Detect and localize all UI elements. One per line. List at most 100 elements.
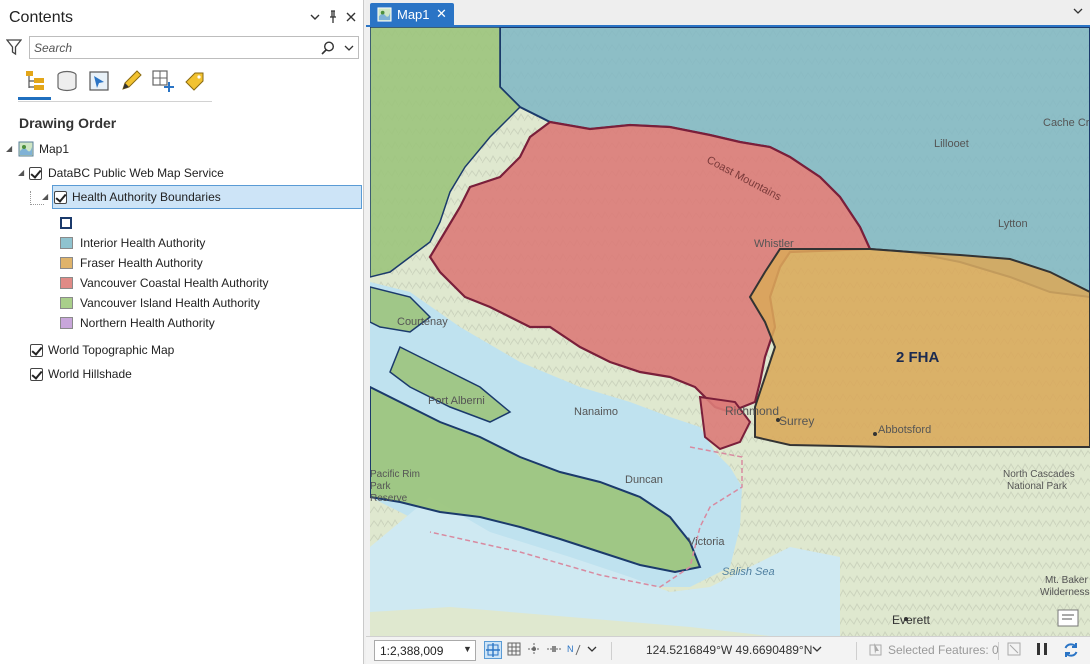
city-dot bbox=[873, 432, 877, 436]
map-icon bbox=[377, 7, 392, 22]
list-by-selection-icon[interactable] bbox=[86, 68, 112, 94]
separator bbox=[998, 642, 999, 660]
legend-label: Fraser Health Authority bbox=[80, 256, 203, 270]
legend-swatch bbox=[60, 317, 73, 329]
scale-value: 1:2,388,009 bbox=[380, 644, 444, 658]
legend-label: Vancouver Island Health Authority bbox=[80, 296, 260, 310]
align-icon[interactable] bbox=[546, 641, 564, 659]
close-icon[interactable]: ✕ bbox=[436, 6, 447, 22]
drawing-order-heading: Drawing Order bbox=[19, 115, 117, 131]
chevron-down-icon[interactable] bbox=[1072, 5, 1084, 20]
selected-features-icon[interactable] bbox=[868, 641, 886, 659]
chevron-down-icon[interactable]: ▼ bbox=[463, 644, 472, 654]
layer-visibility-checkbox[interactable] bbox=[29, 167, 42, 180]
park-label: National Park bbox=[1007, 481, 1068, 492]
pin-icon[interactable] bbox=[326, 9, 340, 25]
tree-item-service[interactable]: ◢ DataBC Public Web Map Service bbox=[18, 163, 268, 183]
layer-visibility-checkbox[interactable] bbox=[30, 344, 43, 357]
map-tips-icon[interactable] bbox=[1057, 609, 1079, 627]
collapse-triangle-icon[interactable]: ◢ bbox=[6, 144, 16, 154]
legend-item[interactable]: Fraser Health Authority bbox=[54, 253, 274, 273]
clear-selection-icon[interactable] bbox=[1006, 641, 1024, 659]
water-label: Salish Sea bbox=[722, 566, 775, 578]
park-label: Reserve bbox=[370, 493, 408, 504]
list-by-labeling-icon[interactable] bbox=[182, 68, 208, 94]
tree-item-map[interactable]: ◢ Map1 bbox=[6, 139, 206, 159]
filter-icon[interactable] bbox=[5, 38, 23, 56]
park-label: North Cascades bbox=[1003, 469, 1075, 480]
map-canvas[interactable]: Cache Creek Lillooet Lytton Whistler Cou… bbox=[370, 27, 1090, 636]
refresh-icon[interactable] bbox=[1062, 641, 1080, 659]
layer-visibility-checkbox[interactable] bbox=[54, 191, 67, 204]
snapping-icon[interactable] bbox=[484, 641, 502, 659]
svg-text:N: N bbox=[567, 644, 574, 654]
place-label: Duncan bbox=[625, 474, 663, 486]
chevron-down-icon[interactable] bbox=[342, 40, 356, 56]
map-view[interactable]: Cache Creek Lillooet Lytton Whistler Cou… bbox=[370, 27, 1090, 636]
search-box bbox=[29, 36, 359, 59]
status-bar: 1:2,388,009 ▼ N 124.5216849°W 49.6690489… bbox=[366, 636, 1090, 664]
legend-swatch bbox=[60, 237, 73, 249]
tree-item-label: World Topographic Map bbox=[48, 343, 175, 357]
layer-visibility-checkbox[interactable] bbox=[30, 368, 43, 381]
legend-item[interactable]: Vancouver Island Health Authority bbox=[54, 293, 274, 313]
list-by-editing-icon[interactable] bbox=[118, 68, 144, 94]
scale-selector[interactable]: 1:2,388,009 ▼ bbox=[374, 640, 476, 661]
list-by-snapping-icon[interactable] bbox=[150, 68, 176, 94]
legend-swatch bbox=[60, 217, 72, 229]
place-label: Port Alberni bbox=[428, 395, 485, 407]
place-label: Cache Creek bbox=[1043, 117, 1090, 129]
legend-swatch bbox=[60, 277, 73, 289]
chevron-down-icon[interactable] bbox=[811, 643, 823, 658]
separator bbox=[856, 642, 857, 660]
park-label: Park bbox=[370, 481, 392, 492]
constraints-icon[interactable] bbox=[526, 641, 544, 659]
tree-item-topographic[interactable]: World Topographic Map bbox=[30, 340, 270, 360]
legend-swatch bbox=[60, 297, 73, 309]
pause-drawing-icon[interactable] bbox=[1034, 641, 1052, 659]
legend-label: Interior Health Authority bbox=[80, 236, 206, 250]
grid-icon[interactable] bbox=[506, 641, 524, 659]
legend-item[interactable]: Northern Health Authority bbox=[54, 313, 274, 333]
legend-item[interactable]: Interior Health Authority bbox=[54, 233, 274, 253]
place-label: Lillooet bbox=[934, 138, 969, 150]
legend-label: Northern Health Authority bbox=[80, 316, 215, 330]
coordinate-readout: 124.5216849°W 49.6690489°N bbox=[646, 643, 813, 657]
north-arrow-icon[interactable]: N bbox=[566, 641, 584, 659]
place-label: Abbotsford bbox=[878, 424, 931, 436]
separator bbox=[611, 642, 612, 660]
legend-label: Vancouver Coastal Health Authority bbox=[80, 276, 269, 290]
map-tab-bar: Map1 ✕ bbox=[366, 0, 1090, 27]
city-dot bbox=[776, 418, 780, 422]
search-icon[interactable] bbox=[320, 40, 336, 56]
legend-item[interactable]: Vancouver Coastal Health Authority bbox=[54, 273, 274, 293]
tab-map1[interactable]: Map1 ✕ bbox=[370, 3, 454, 27]
layer-legend: Interior Health Authority Fraser Health … bbox=[54, 212, 274, 332]
contents-header: Contents bbox=[0, 0, 364, 34]
chevron-down-icon[interactable] bbox=[586, 641, 598, 659]
chevron-down-icon[interactable] bbox=[308, 9, 322, 25]
tab-label: Map1 bbox=[397, 7, 430, 22]
tree-item-hillshade[interactable]: World Hillshade bbox=[30, 364, 270, 384]
place-label: Victoria bbox=[688, 536, 725, 548]
list-by-drawing-order-icon[interactable] bbox=[22, 68, 48, 94]
close-icon[interactable] bbox=[344, 9, 358, 25]
place-label: Whistler bbox=[754, 238, 794, 250]
tree-item-label: Health Authority Boundaries bbox=[72, 190, 221, 204]
collapse-triangle-icon[interactable]: ◢ bbox=[42, 192, 52, 202]
active-tab-indicator bbox=[18, 97, 51, 100]
tree-item-label: Map1 bbox=[39, 142, 70, 156]
place-label: Lytton bbox=[998, 218, 1028, 230]
contents-toolbar bbox=[18, 66, 212, 102]
region-label: 2 FHA bbox=[896, 349, 940, 366]
place-label: Nanaimo bbox=[574, 406, 618, 418]
city-dot bbox=[904, 617, 908, 621]
list-by-data-source-icon[interactable] bbox=[54, 68, 80, 94]
tree-item-health-authority[interactable]: ◢ Health Authority Boundaries bbox=[30, 187, 330, 207]
legend-item[interactable] bbox=[54, 213, 274, 233]
park-label: Mt. Baker bbox=[1045, 575, 1088, 586]
collapse-triangle-icon[interactable]: ◢ bbox=[18, 168, 28, 178]
search-input[interactable] bbox=[34, 39, 314, 56]
contents-pane: Contents Search Drawing Order ◢ Map1 ◢ D… bbox=[0, 0, 364, 664]
place-label: Everett bbox=[892, 613, 931, 627]
